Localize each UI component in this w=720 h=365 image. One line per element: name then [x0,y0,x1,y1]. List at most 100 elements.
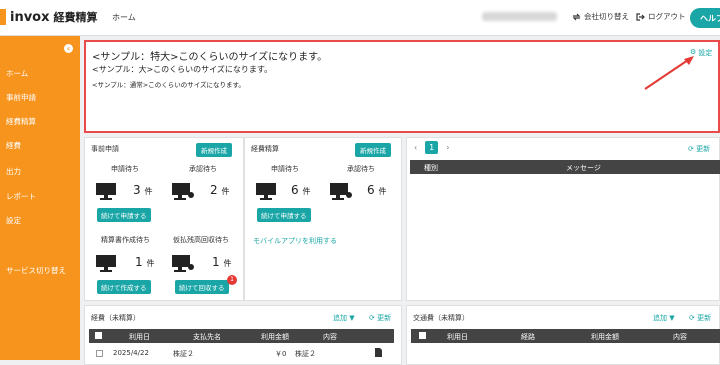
chevron-down-icon: ▼ [669,314,675,322]
refresh-icon: ⟳ [688,145,694,153]
report-wait-label: 精算書作成待ち [101,236,150,244]
chevron-down-icon: ▼ [349,314,355,322]
sidebar-item-expense-report[interactable]: 経費精算 [6,116,36,127]
pre-approve-wait-label: 承認待ち [189,165,217,173]
pre-apply-wait-label: 申請待ち [111,165,139,173]
monitor-user-icon [330,183,352,200]
report-approve-count: 6 件 [367,183,387,197]
pre-apply-count: 3 件 [133,183,153,197]
pager-current-page[interactable]: 1 [425,141,439,154]
row-content: 株証２ [295,350,316,358]
sidebar-item-settings[interactable]: 設定 [6,215,21,226]
document-icon[interactable] [375,348,382,357]
gear-icon: ⚙ [690,48,697,56]
refresh-icon: ⟳ [689,314,695,322]
notice-settings-label: 設定 [698,49,713,57]
pager-next-icon[interactable]: › [446,143,449,152]
report-approve-wait-label: 承認待ち [347,165,375,173]
report-continue-apply-button[interactable]: 続けて申請する [257,208,311,222]
row-date: 2025/4/22 [113,349,149,357]
continue-create-button[interactable]: 続けて作成する [97,280,151,294]
sidebar-item-output[interactable]: 出力 [6,166,21,177]
expense-report-title: 経費精算 [251,145,279,153]
sidebar-item-report[interactable]: レポート [6,191,36,202]
pager-prev-icon[interactable]: ‹ [414,143,417,152]
monitor-icon [256,183,276,200]
pre-application-new-button[interactable]: 新規作成 [196,143,232,157]
notice-line-xlarge: <サンプル：特大>このくらいのサイズになります。 [92,52,328,63]
expenses-refresh-button[interactable]: ⟳ 更新 [369,313,391,323]
transport-title: 交通費（未精算） [413,314,469,322]
row-amount: ￥0 [275,350,287,358]
row-checkbox[interactable] [96,350,103,357]
logo-mark [0,9,6,25]
sidebar-item-home[interactable]: ホーム [6,68,28,79]
select-all-checkbox[interactable] [95,332,102,339]
pre-application-title: 事前申請 [91,145,119,153]
expenses-table-header: 利用日 支払先名 利用金額 内容 [89,329,394,343]
advance-wait-label: 仮払残高回収待ち [173,236,229,244]
messages-table-header: 種別 メッセージ [410,160,720,174]
switch-icon [572,13,581,20]
logout-button[interactable]: ログアウト [636,11,686,22]
top-bar: invox 経費精算 ホーム 会社切り替え ログアウト ヘルプ [0,0,720,36]
expense-report-new-button[interactable]: 新規作成 [355,143,391,157]
transport-add-button[interactable]: 追加 ▼ [653,313,675,323]
col-amount: 利用金額 [261,333,289,341]
transport-table-header: 利用日 経路 利用金額 内容 [411,329,720,343]
col-amount: 利用金額 [591,333,619,341]
expenses-panel: 経費（未精算） 追加 ▼ ⟳ 更新 利用日 支払先名 利用金額 内容 2025/… [84,305,402,365]
notice-line-normal: <サンプル：通常>このくらいのサイズになります。 [92,81,245,89]
monitor-icon [96,183,116,200]
sidebar-collapse-icon[interactable]: ‹ [64,44,73,53]
refresh-icon: ⟳ [369,314,375,322]
messages-refresh-button[interactable]: ⟳ 更新 [688,144,710,154]
user-name-redacted [482,12,557,21]
message-pagination: ‹ 1 › [414,141,449,154]
sidebar-item-expenses[interactable]: 経費 [6,140,21,151]
expenses-title: 経費（未精算） [91,314,140,322]
transport-panel: 交通費（未精算） 追加 ▼ ⟳ 更新 利用日 経路 利用金額 内容 [406,305,720,365]
col-content: 内容 [323,333,337,341]
app-logo[interactable]: invox 経費精算 [0,9,98,25]
monitor-icon [96,255,116,272]
col-date: 利用日 [129,333,150,341]
expense-report-panel: 経費精算 新規作成 申請待ち 6 件 承認待ち 6 件 続けて申請する モバイル… [244,137,402,301]
notice-settings-button[interactable]: ⚙ 設定 [690,48,712,58]
report-apply-count: 6 件 [291,183,311,197]
col-type: 種別 [424,164,438,172]
continue-collect-button[interactable]: 続けて回収する [175,280,229,294]
notice-box: <サンプル：特大>このくらいのサイズになります。 <サンプル：大>このくらいのサ… [84,40,720,133]
notification-badge: 1 [227,275,237,285]
header-home-link[interactable]: ホーム [112,12,136,23]
switch-company-label: 会社切り替え [584,12,629,21]
notice-line-large: <サンプル：大>このくらいのサイズになります。 [92,65,273,74]
report-wait-count: 1 件 [135,255,155,269]
advance-wait-count: 1 件 [212,255,232,269]
col-message: メッセージ [566,164,601,172]
pre-approve-count: 2 件 [210,183,230,197]
sidebar-item-service-switch[interactable]: サービス切り替え [6,265,66,276]
logout-label: ログアウト [648,12,686,21]
report-apply-wait-label: 申請待ち [271,165,299,173]
select-all-checkbox[interactable] [419,332,426,339]
logout-icon [636,12,645,21]
monitor-user-icon [172,255,194,272]
transport-refresh-button[interactable]: ⟳ 更新 [689,313,711,323]
switch-company-button[interactable]: 会社切り替え [572,11,629,22]
sidebar: ‹ ホーム 事前申請 経費精算 経費 出力 レポート 設定 サービス切り替え [0,36,80,360]
sidebar-item-pre-application[interactable]: 事前申請 [6,92,36,103]
pre-continue-apply-button[interactable]: 続けて申請する [97,208,151,222]
expenses-add-button[interactable]: 追加 ▼ [333,313,355,323]
col-content: 内容 [673,333,687,341]
logo-text: invox [10,9,50,25]
monitor-user-icon [172,183,194,200]
row-payee: 株証２ [173,350,194,358]
pre-application-panel: 事前申請 新規作成 申請待ち 3 件 承認待ち 2 件 続けて申請する 精算書作… [84,137,244,301]
col-date: 利用日 [447,333,468,341]
logo-subtitle: 経費精算 [53,11,98,24]
col-route: 経路 [521,333,535,341]
mobile-app-link[interactable]: モバイルアプリを利用する [253,236,337,246]
col-payee: 支払先名 [193,333,221,341]
help-button[interactable]: ヘルプ [690,8,720,28]
